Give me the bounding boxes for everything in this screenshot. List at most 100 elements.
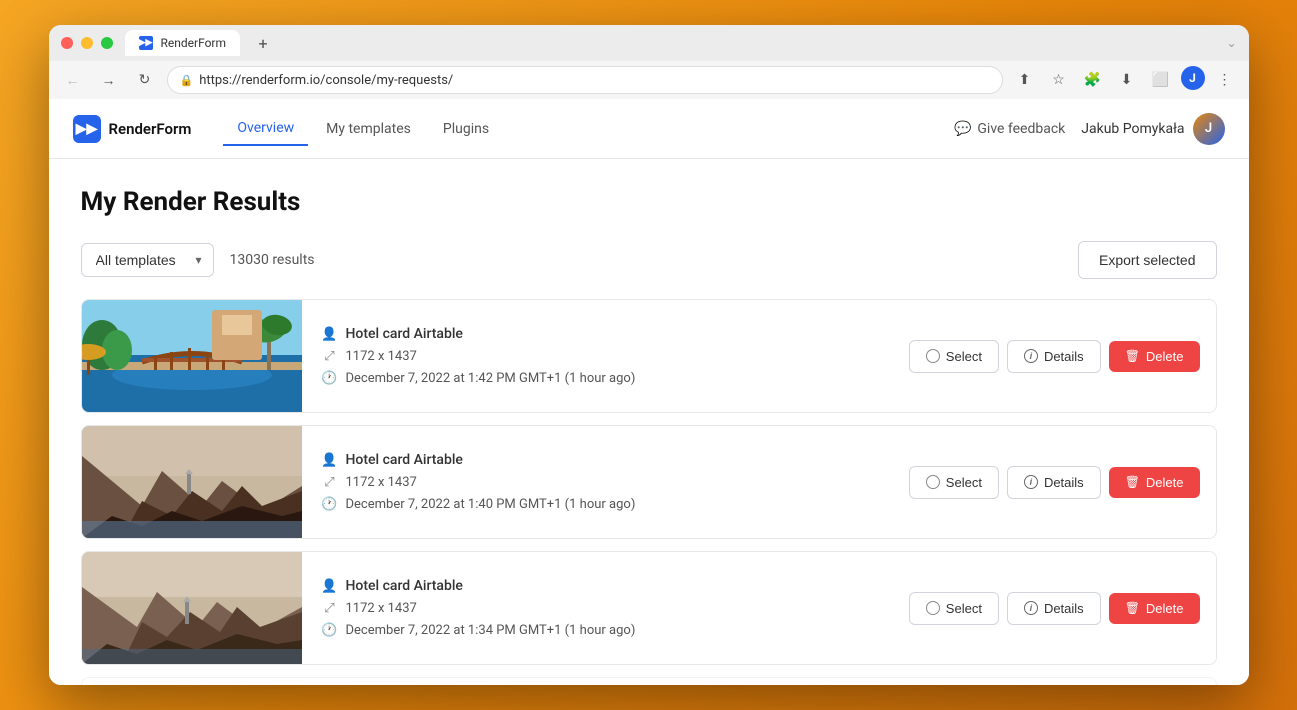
- lock-icon: 🔒: [180, 74, 194, 87]
- user-name: Jakub Pomykała: [1081, 121, 1184, 137]
- details-button-3[interactable]: i Details: [1007, 592, 1101, 625]
- feedback-icon: 💬: [954, 121, 971, 137]
- browser-tab[interactable]: ▶▶ RenderForm: [125, 30, 241, 56]
- select-button-1[interactable]: Select: [909, 340, 999, 373]
- card-thumbnail-1: [82, 300, 302, 412]
- dimensions-text-3: 1172 x 1437: [346, 601, 417, 616]
- feedback-label: Give feedback: [977, 121, 1065, 137]
- sidebar-icon[interactable]: ⬜: [1147, 66, 1175, 94]
- maximize-button[interactable]: [101, 37, 113, 49]
- extensions-icon[interactable]: 🧩: [1079, 66, 1107, 94]
- card-title-2: Hotel card Airtable: [346, 452, 463, 468]
- card-meta-3: 👤 Hotel card Airtable ⤢ 1172 x 1437 🕐 De…: [322, 578, 889, 638]
- menu-icon[interactable]: ⋮: [1211, 66, 1239, 94]
- table-row: 👤 Hotel card Airtable ⤢ 1172 x 1437 🕐 De…: [81, 425, 1217, 539]
- address-bar[interactable]: 🔒 https://renderform.io/console/my-reque…: [167, 66, 1003, 94]
- card-dimensions-2: ⤢ 1172 x 1437: [322, 474, 889, 490]
- card-timestamp-2: 🕐 December 7, 2022 at 1:40 PM GMT+1 (1 h…: [322, 496, 889, 512]
- template-filter-select[interactable]: All templates: [81, 243, 214, 277]
- card-meta-1: 👤 Hotel card Airtable ⤢ 1172 x 1437 🕐 De…: [322, 326, 889, 386]
- main-area: My Render Results All templates 13030 re…: [49, 159, 1249, 685]
- tab-title: RenderForm: [161, 36, 227, 50]
- template-filter-wrapper: All templates: [81, 243, 214, 277]
- resize-icon-1: ⤢: [322, 348, 338, 364]
- tab-favicon: ▶▶: [139, 36, 153, 50]
- nav-link-overview[interactable]: Overview: [223, 112, 308, 146]
- results-list: 👤 Hotel card Airtable ⤢ 1172 x 1437 🕐 De…: [81, 299, 1217, 685]
- chevron-down-icon[interactable]: ⌄: [1226, 36, 1236, 50]
- select-button-2[interactable]: Select: [909, 466, 999, 499]
- clock-icon-2: 🕐: [322, 496, 338, 512]
- select-circle-icon-3: [926, 601, 940, 615]
- select-label-1: Select: [946, 349, 982, 364]
- card-timestamp-3: 🕐 December 7, 2022 at 1:34 PM GMT+1 (1 h…: [322, 622, 889, 638]
- app-content: ▶▶ RenderForm Overview My templates Plug…: [49, 99, 1249, 685]
- delete-button-3[interactable]: 🗑 Delete: [1109, 593, 1200, 624]
- top-nav: ▶▶ RenderForm Overview My templates Plug…: [49, 99, 1249, 159]
- select-button-3[interactable]: Select: [909, 592, 999, 625]
- user-icon-2: 👤: [322, 452, 338, 468]
- clock-icon-3: 🕐: [322, 622, 338, 638]
- clock-icon-1: 🕐: [322, 370, 338, 386]
- select-circle-icon-1: [926, 349, 940, 363]
- card-thumbnail-3: [82, 552, 302, 664]
- user-initials: J: [1205, 121, 1212, 136]
- bookmark-icon[interactable]: ☆: [1045, 66, 1073, 94]
- nav-link-my-templates[interactable]: My templates: [312, 113, 425, 145]
- resize-icon-3: ⤢: [322, 600, 338, 616]
- browser-window: ▶▶ RenderForm + ⌄ ← → ↻ 🔒 https://render…: [49, 25, 1249, 685]
- back-button[interactable]: ←: [59, 66, 87, 94]
- timestamp-text-1: December 7, 2022 at 1:42 PM GMT+1 (1 hou…: [346, 371, 636, 386]
- info-icon-2: i: [1024, 475, 1038, 489]
- avatar: J: [1193, 113, 1225, 145]
- table-row: [81, 677, 1217, 685]
- minimize-button[interactable]: [81, 37, 93, 49]
- url-text: https://renderform.io/console/my-request…: [199, 73, 453, 88]
- user-icon-3: 👤: [322, 578, 338, 594]
- card-thumbnail-2: [82, 426, 302, 538]
- brand-logo: ▶▶: [73, 115, 101, 143]
- brand: ▶▶ RenderForm: [73, 115, 192, 143]
- select-label-2: Select: [946, 475, 982, 490]
- details-label-1: Details: [1044, 349, 1084, 364]
- info-icon-3: i: [1024, 601, 1038, 615]
- toolbar-actions: ⬆ ☆ 🧩 ⬇ ⬜ J ⋮: [1011, 66, 1239, 94]
- card-template-name-3: 👤 Hotel card Airtable: [322, 578, 889, 594]
- card-meta-2: 👤 Hotel card Airtable ⤢ 1172 x 1437 🕐 De…: [322, 452, 889, 512]
- new-tab-button[interactable]: +: [252, 32, 274, 54]
- nav-right: 💬 Give feedback Jakub Pomykała J: [954, 113, 1225, 145]
- delete-button-2[interactable]: 🗑 Delete: [1109, 467, 1200, 498]
- card-timestamp-1: 🕐 December 7, 2022 at 1:42 PM GMT+1 (1 h…: [322, 370, 889, 386]
- brand-name: RenderForm: [109, 120, 192, 138]
- card-info-2: 👤 Hotel card Airtable ⤢ 1172 x 1437 🕐 De…: [302, 436, 909, 528]
- trash-icon-3: 🗑: [1125, 601, 1140, 615]
- nav-link-plugins[interactable]: Plugins: [429, 113, 503, 145]
- export-selected-button[interactable]: Export selected: [1078, 241, 1217, 279]
- download-icon[interactable]: ⬇: [1113, 66, 1141, 94]
- details-button-1[interactable]: i Details: [1007, 340, 1101, 373]
- close-button[interactable]: [61, 37, 73, 49]
- resize-icon-2: ⤢: [322, 474, 338, 490]
- details-button-2[interactable]: i Details: [1007, 466, 1101, 499]
- refresh-button[interactable]: ↻: [131, 66, 159, 94]
- user-icon-1: 👤: [322, 326, 338, 342]
- card-title-1: Hotel card Airtable: [346, 326, 463, 342]
- card-info-3: 👤 Hotel card Airtable ⤢ 1172 x 1437 🕐 De…: [302, 562, 909, 654]
- table-row: 👤 Hotel card Airtable ⤢ 1172 x 1437 🕐 De…: [81, 299, 1217, 413]
- select-label-3: Select: [946, 601, 982, 616]
- share-icon[interactable]: ⬆: [1011, 66, 1039, 94]
- timestamp-text-2: December 7, 2022 at 1:40 PM GMT+1 (1 hou…: [346, 497, 636, 512]
- table-row: 👤 Hotel card Airtable ⤢ 1172 x 1437 🕐 De…: [81, 551, 1217, 665]
- filter-bar: All templates 13030 results Export selec…: [81, 241, 1217, 279]
- delete-label-1: Delete: [1146, 349, 1184, 364]
- delete-label-3: Delete: [1146, 601, 1184, 616]
- delete-button-1[interactable]: 🗑 Delete: [1109, 341, 1200, 372]
- card-actions-2: Select i Details 🗑 Delete: [909, 466, 1216, 499]
- nav-links: Overview My templates Plugins: [223, 112, 503, 146]
- filter-left: All templates 13030 results: [81, 243, 315, 277]
- user-info[interactable]: Jakub Pomykała J: [1081, 113, 1224, 145]
- give-feedback-button[interactable]: 💬 Give feedback: [954, 121, 1065, 137]
- forward-button[interactable]: →: [95, 66, 123, 94]
- delete-label-2: Delete: [1146, 475, 1184, 490]
- browser-profile-icon[interactable]: J: [1181, 66, 1205, 90]
